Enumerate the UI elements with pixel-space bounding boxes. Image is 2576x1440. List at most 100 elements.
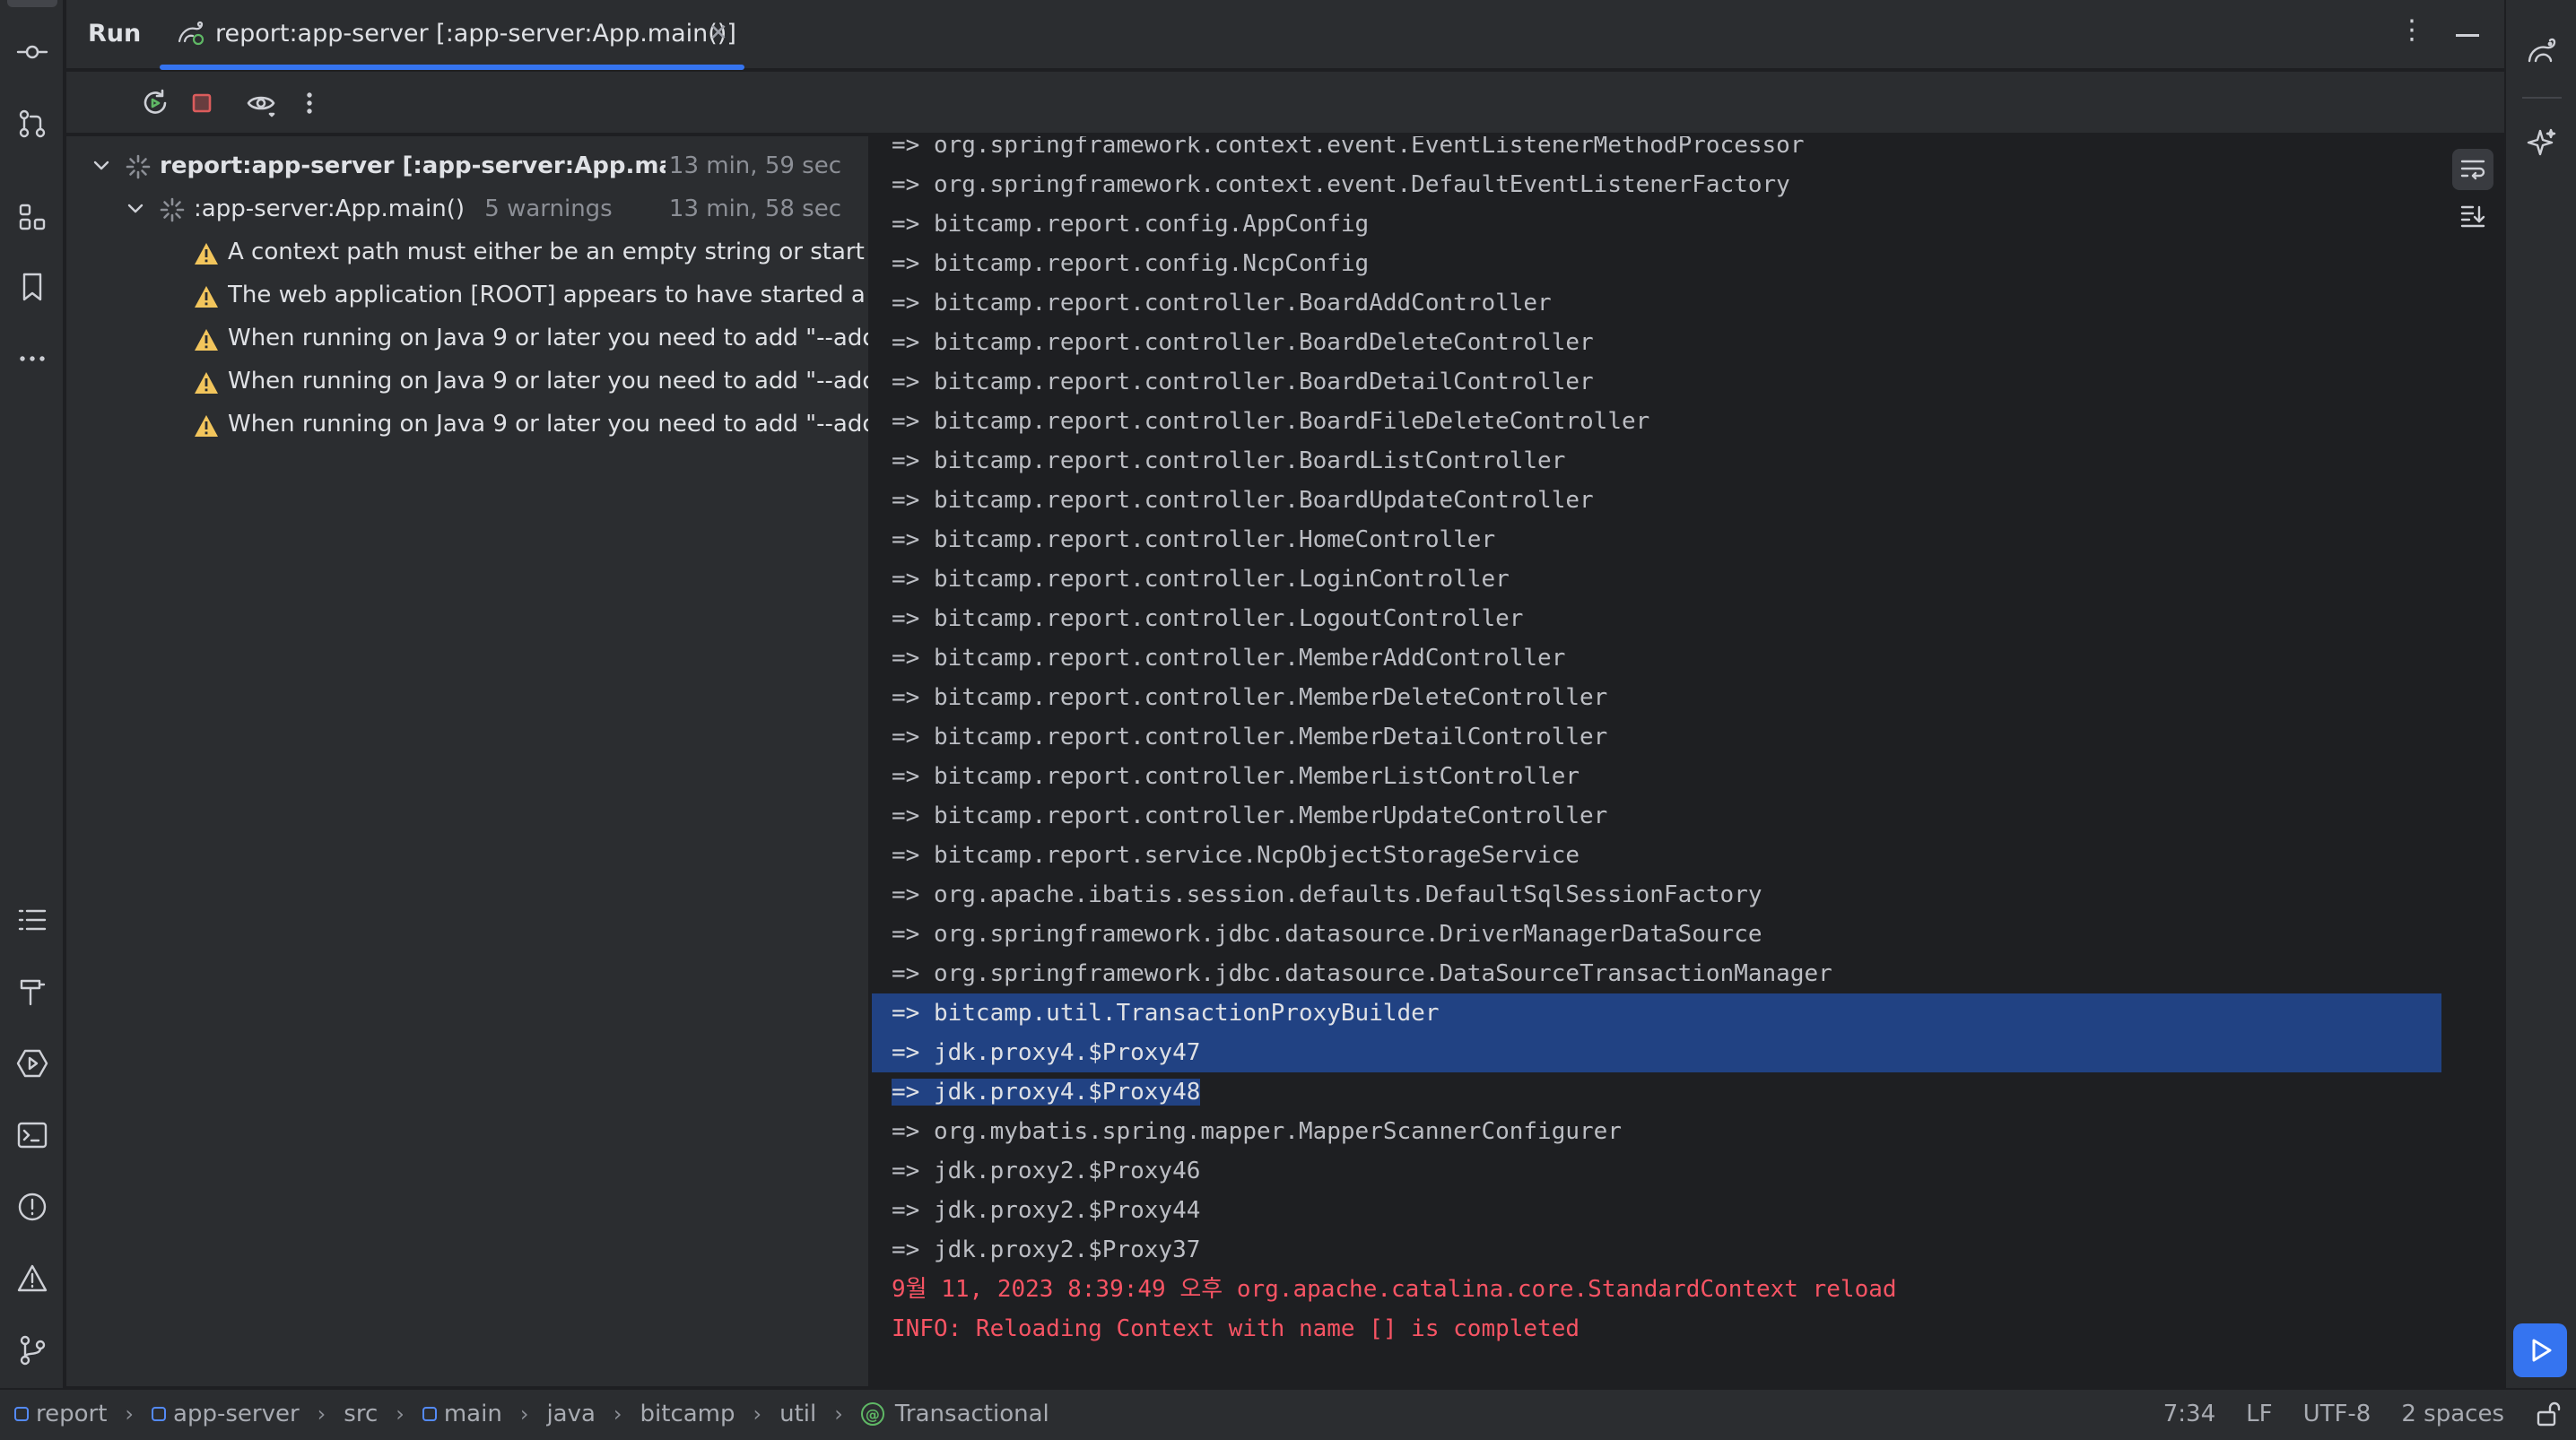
breadcrumb-item-transactional[interactable]: @ Transactional	[860, 1401, 1049, 1427]
status-widgets: 7:34 LF UTF-8 2 spaces	[2133, 1401, 2562, 1427]
breadcrumb-item-java[interactable]: java	[546, 1401, 595, 1427]
scroll-to-end-icon[interactable]	[2452, 195, 2493, 237]
console-output[interactable]: => org.springframework.context.event.Eve…	[872, 136, 2441, 1386]
gradle-run-icon	[176, 18, 206, 48]
console-line-selected-partial: => jdk.proxy4.$Proxy48	[872, 1072, 2441, 1112]
todo-icon[interactable]	[11, 898, 54, 941]
warning-row[interactable]: When running on Java 9 or later you need…	[66, 360, 870, 403]
console-line-selected: => bitcamp.util.TransactionProxyBuilder	[872, 993, 2441, 1033]
tree-child-time: 13 min, 58 sec	[665, 195, 841, 222]
chevron-down-icon[interactable]	[122, 195, 149, 222]
console-line: => org.springframework.context.event.Def…	[892, 171, 1790, 198]
breadcrumb-label: bitcamp	[640, 1401, 735, 1427]
warning-icon	[195, 243, 218, 265]
left-activity-bar	[0, 0, 65, 1390]
console-line: => bitcamp.report.controller.MemberListC…	[892, 763, 1580, 790]
toolbar-more-icon[interactable]	[289, 82, 330, 124]
indent-setting[interactable]: 2 spaces	[2401, 1401, 2504, 1427]
console-line: => org.mybatis.spring.mapper.MapperScann…	[892, 1118, 1622, 1145]
run-tool-window-header: Run report:app-server [:app-server:App.m…	[66, 0, 2504, 70]
run-widget-button[interactable]	[2513, 1323, 2567, 1377]
stop-button[interactable]	[181, 82, 222, 124]
ai-assistant-sparkle-icon[interactable]	[2519, 120, 2565, 167]
warning-text: When running on Java 9 or later you need…	[228, 368, 870, 395]
console-line: => bitcamp.report.service.NcpObjectStora…	[892, 842, 1580, 869]
run-tab[interactable]: report:app-server [:app-server:App.main(…	[160, 0, 744, 70]
chevron-right-icon: ›	[396, 1401, 405, 1427]
breadcrumb-item-util[interactable]: util	[779, 1401, 816, 1427]
breadcrumb-item-main[interactable]: main	[422, 1401, 502, 1427]
notifications-warning-icon[interactable]	[11, 1257, 54, 1300]
warning-row[interactable]: The web application [ROOT] appears to ha…	[66, 274, 870, 317]
right-activity-bar	[2504, 0, 2576, 1390]
module-icon	[152, 1407, 167, 1421]
view-options-eye-icon[interactable]	[240, 82, 282, 124]
warning-row[interactable]: A context path must either be an empty s…	[66, 231, 870, 274]
console-line: => bitcamp.report.controller.BoardListCo…	[892, 447, 1566, 474]
chevron-right-icon: ›	[519, 1401, 529, 1427]
console-line: => bitcamp.report.controller.BoardDetail…	[892, 369, 1594, 395]
chevron-right-icon: ›	[317, 1401, 326, 1427]
console-line-stderr: INFO: Reloading Context with name [] is …	[892, 1315, 1580, 1342]
services-icon[interactable]	[11, 1042, 54, 1085]
console-line: => bitcamp.report.config.AppConfig	[892, 211, 1370, 238]
breadcrumb-item-app-server[interactable]: app-server	[152, 1401, 300, 1427]
spinner-icon	[126, 154, 151, 179]
structure-icon[interactable]	[11, 195, 54, 239]
console-line: => jdk.proxy2.$Proxy46	[892, 1158, 1201, 1184]
breadcrumb-label: src	[344, 1401, 379, 1427]
breadcrumb: report › app-server › src › main › java …	[14, 1401, 1049, 1427]
warning-row[interactable]: When running on Java 9 or later you need…	[66, 403, 870, 447]
gradle-icon[interactable]	[2519, 29, 2565, 75]
console-line: => bitcamp.report.controller.MemberAddCo…	[892, 645, 1566, 672]
console-line-selected: => jdk.proxy4.$Proxy47	[872, 1033, 2441, 1072]
tree-root-label: report:app-server [:app-server:App.main(…	[160, 152, 698, 179]
more-tools-icon[interactable]	[11, 337, 54, 380]
console-line: => org.springframework.jdbc.datasource.D…	[892, 960, 1832, 987]
warning-text: When running on Java 9 or later you need…	[228, 411, 870, 438]
caret-position[interactable]: 7:34	[2163, 1401, 2215, 1427]
terminal-icon[interactable]	[11, 1114, 54, 1157]
console-line: => org.springframework.jdbc.datasource.D…	[892, 921, 1762, 948]
unlock-icon[interactable]	[2535, 1401, 2562, 1427]
more-options-icon[interactable]: ⋮	[2398, 14, 2425, 46]
breadcrumb-item-report[interactable]: report	[14, 1401, 107, 1427]
chevron-down-icon[interactable]	[88, 152, 115, 179]
chevron-right-icon: ›	[753, 1401, 762, 1427]
console-line: => org.apache.ibatis.session.defaults.De…	[892, 881, 1762, 908]
build-icon[interactable]	[11, 970, 54, 1013]
run-toolbar	[66, 72, 2504, 134]
bookmarks-icon[interactable]	[11, 265, 54, 308]
breadcrumb-item-src[interactable]: src	[344, 1401, 378, 1427]
warning-text: The web application [ROOT] appears to ha…	[228, 282, 870, 308]
console-line: => bitcamp.report.controller.LogoutContr…	[892, 605, 1524, 632]
tree-child-row[interactable]: :app-server:App.main() 5 warnings 13 min…	[66, 188, 868, 231]
console-line: => jdk.proxy2.$Proxy37	[892, 1236, 1201, 1263]
minimize-icon[interactable]	[2456, 34, 2479, 37]
rerun-button[interactable]	[135, 82, 176, 124]
file-encoding[interactable]: UTF-8	[2303, 1401, 2371, 1427]
line-separator[interactable]: LF	[2246, 1401, 2272, 1427]
breadcrumb-label: main	[443, 1401, 502, 1427]
console-line-stderr: 9월 11, 2023 8:39:49 오후 org.apache.catali…	[892, 1276, 1897, 1303]
annotation-icon: @	[860, 1402, 884, 1426]
problems-icon[interactable]	[11, 1185, 54, 1228]
warning-icon	[195, 286, 218, 308]
pull-requests-icon[interactable]	[11, 102, 54, 145]
breadcrumb-label: util	[779, 1401, 817, 1427]
warning-text: A context path must either be an empty s…	[228, 239, 870, 265]
commit-icon[interactable]	[11, 30, 54, 74]
breadcrumb-item-bitcamp[interactable]: bitcamp	[640, 1401, 735, 1427]
tree-root-row[interactable]: report:app-server [:app-server:App.main(…	[66, 145, 868, 188]
console-line: => jdk.proxy2.$Proxy44	[892, 1197, 1201, 1224]
module-icon	[422, 1407, 437, 1421]
tool-window-title: Run	[88, 20, 142, 48]
warning-row[interactable]: When running on Java 9 or later you need…	[66, 317, 868, 360]
git-icon[interactable]	[11, 1329, 54, 1372]
console-line: => bitcamp.report.controller.MemberDelet…	[892, 684, 1608, 711]
soft-wrap-icon[interactable]	[2452, 149, 2493, 190]
close-tab-icon[interactable]: ✕	[709, 20, 728, 47]
breadcrumb-label: Transactional	[894, 1401, 1049, 1427]
project-tab-indicator[interactable]	[7, 0, 57, 7]
breadcrumb-label: app-server	[173, 1401, 300, 1427]
